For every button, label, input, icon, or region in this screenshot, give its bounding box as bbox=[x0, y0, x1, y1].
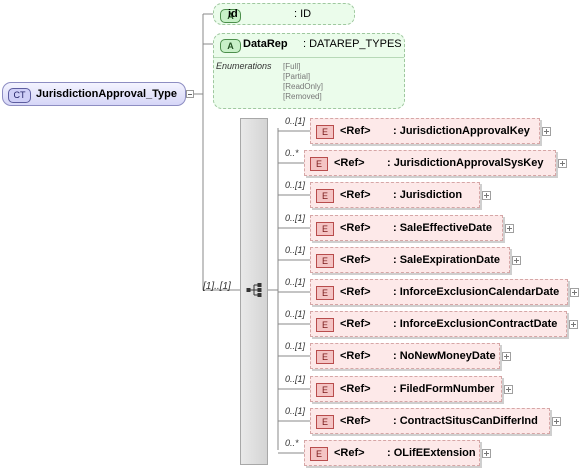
enumeration-value: [Full] bbox=[283, 62, 301, 71]
element-ref-node[interactable]: E <Ref> : SaleExpirationDate bbox=[310, 247, 510, 273]
expand-plus-icon[interactable] bbox=[569, 320, 578, 329]
element-ref-node[interactable]: E <Ref> : NoNewMoneyDate bbox=[310, 343, 500, 369]
element-ref-node[interactable]: E <Ref> : FiledFormNumber bbox=[310, 376, 502, 402]
element-name: : SaleExpirationDate bbox=[393, 254, 500, 266]
element-badge: E bbox=[316, 254, 334, 268]
element-cardinality: 0..[1] bbox=[285, 277, 306, 287]
expand-plus-icon[interactable] bbox=[552, 417, 561, 426]
expand-plus-icon[interactable] bbox=[512, 256, 521, 265]
element-ref-label: <Ref> bbox=[340, 318, 371, 330]
complex-type-badge: CT bbox=[8, 88, 31, 103]
expand-plus-icon[interactable] bbox=[505, 224, 514, 233]
element-badge: E bbox=[316, 383, 334, 397]
element-name: : SaleEffectiveDate bbox=[393, 222, 493, 234]
element-ref-node[interactable]: E <Ref> : JurisdictionApprovalSysKey bbox=[304, 150, 556, 176]
element-cardinality: 0..[1] bbox=[285, 406, 306, 416]
element-ref-node[interactable]: E <Ref> : InforceExclusionContractDate bbox=[310, 311, 567, 337]
element-name: : InforceExclusionContractDate bbox=[393, 318, 558, 330]
element-ref-label: <Ref> bbox=[334, 157, 365, 169]
element-badge: E bbox=[316, 350, 334, 364]
element-cardinality: 0..[1] bbox=[285, 213, 306, 223]
attribute-type: : DATAREP_TYPES bbox=[303, 38, 402, 50]
element-badge: E bbox=[316, 222, 334, 236]
element-ref-label: <Ref> bbox=[334, 447, 365, 459]
element-badge: E bbox=[316, 189, 334, 203]
attribute-id[interactable]: A id : ID bbox=[213, 3, 355, 25]
expand-plus-icon[interactable] bbox=[558, 159, 567, 168]
element-ref-label: <Ref> bbox=[340, 286, 371, 298]
element-badge: E bbox=[316, 318, 334, 332]
element-badge: E bbox=[310, 157, 328, 171]
complex-type-name: JurisdictionApproval_Type bbox=[36, 88, 177, 100]
expand-plus-icon[interactable] bbox=[570, 288, 579, 297]
complex-type-node[interactable]: CT JurisdictionApproval_Type bbox=[2, 82, 186, 106]
element-name: : ContractSitusCanDifferInd bbox=[393, 415, 538, 427]
attribute-type: : ID bbox=[294, 8, 312, 20]
element-ref-label: <Ref> bbox=[340, 222, 371, 234]
element-cardinality: 0..[1] bbox=[285, 309, 306, 319]
element-ref-label: <Ref> bbox=[340, 350, 371, 362]
element-ref-node[interactable]: E <Ref> : ContractSitusCanDifferInd bbox=[310, 408, 550, 434]
enumeration-value: [Partial] bbox=[283, 72, 311, 81]
element-badge: E bbox=[310, 447, 328, 461]
enumeration-divider bbox=[214, 57, 404, 58]
element-badge: E bbox=[316, 286, 334, 300]
attribute-name: id bbox=[228, 8, 238, 20]
element-badge: E bbox=[316, 125, 334, 139]
element-ref-label: <Ref> bbox=[340, 383, 371, 395]
element-name: : JurisdictionApprovalKey bbox=[393, 125, 530, 137]
enumeration-value: [ReadOnly] bbox=[283, 82, 324, 91]
attribute-name: DataRep bbox=[243, 38, 288, 50]
element-cardinality: 0..* bbox=[285, 438, 299, 448]
element-name: : Jurisdiction bbox=[393, 189, 463, 201]
element-name: : OLifEExtension bbox=[387, 447, 476, 459]
element-cardinality: 0..[1] bbox=[285, 116, 306, 126]
element-cardinality: 0..[1] bbox=[285, 245, 306, 255]
element-ref-node[interactable]: E <Ref> : OLifEExtension bbox=[304, 440, 480, 466]
element-ref-label: <Ref> bbox=[340, 125, 371, 137]
element-name: : FiledFormNumber bbox=[393, 383, 495, 395]
expand-plus-icon[interactable] bbox=[504, 385, 513, 394]
attribute-datarep[interactable]: A DataRep : DATAREP_TYPES Enumerations [… bbox=[213, 33, 405, 109]
element-name: : InforceExclusionCalendarDate bbox=[393, 286, 560, 298]
enumerations-label: Enumerations bbox=[216, 61, 272, 71]
element-ref-node[interactable]: E <Ref> : SaleEffectiveDate bbox=[310, 215, 503, 241]
expand-plus-icon[interactable] bbox=[542, 127, 551, 136]
element-ref-node[interactable]: E <Ref> : Jurisdiction bbox=[310, 182, 480, 208]
element-ref-node[interactable]: E <Ref> : JurisdictionApprovalKey bbox=[310, 118, 540, 144]
element-name: : JurisdictionApprovalSysKey bbox=[387, 157, 544, 169]
attribute-badge: A bbox=[220, 39, 241, 53]
sequence-icon bbox=[246, 283, 262, 297]
element-ref-label: <Ref> bbox=[340, 189, 371, 201]
element-ref-label: <Ref> bbox=[340, 415, 371, 427]
expand-plus-icon[interactable] bbox=[482, 191, 491, 200]
element-ref-label: <Ref> bbox=[340, 254, 371, 266]
enumeration-value: [Removed] bbox=[283, 92, 322, 101]
collapse-toggle-icon[interactable] bbox=[186, 90, 194, 98]
expand-plus-icon[interactable] bbox=[482, 449, 491, 458]
sequence-cardinality: [1]..[1] bbox=[203, 281, 231, 292]
element-cardinality: 0..[1] bbox=[285, 341, 306, 351]
element-name: : NoNewMoneyDate bbox=[393, 350, 496, 362]
element-badge: E bbox=[316, 415, 334, 429]
element-cardinality: 0..* bbox=[285, 148, 299, 158]
element-ref-node[interactable]: E <Ref> : InforceExclusionCalendarDate bbox=[310, 279, 568, 305]
element-cardinality: 0..[1] bbox=[285, 180, 306, 190]
expand-plus-icon[interactable] bbox=[502, 352, 511, 361]
element-cardinality: 0..[1] bbox=[285, 374, 306, 384]
